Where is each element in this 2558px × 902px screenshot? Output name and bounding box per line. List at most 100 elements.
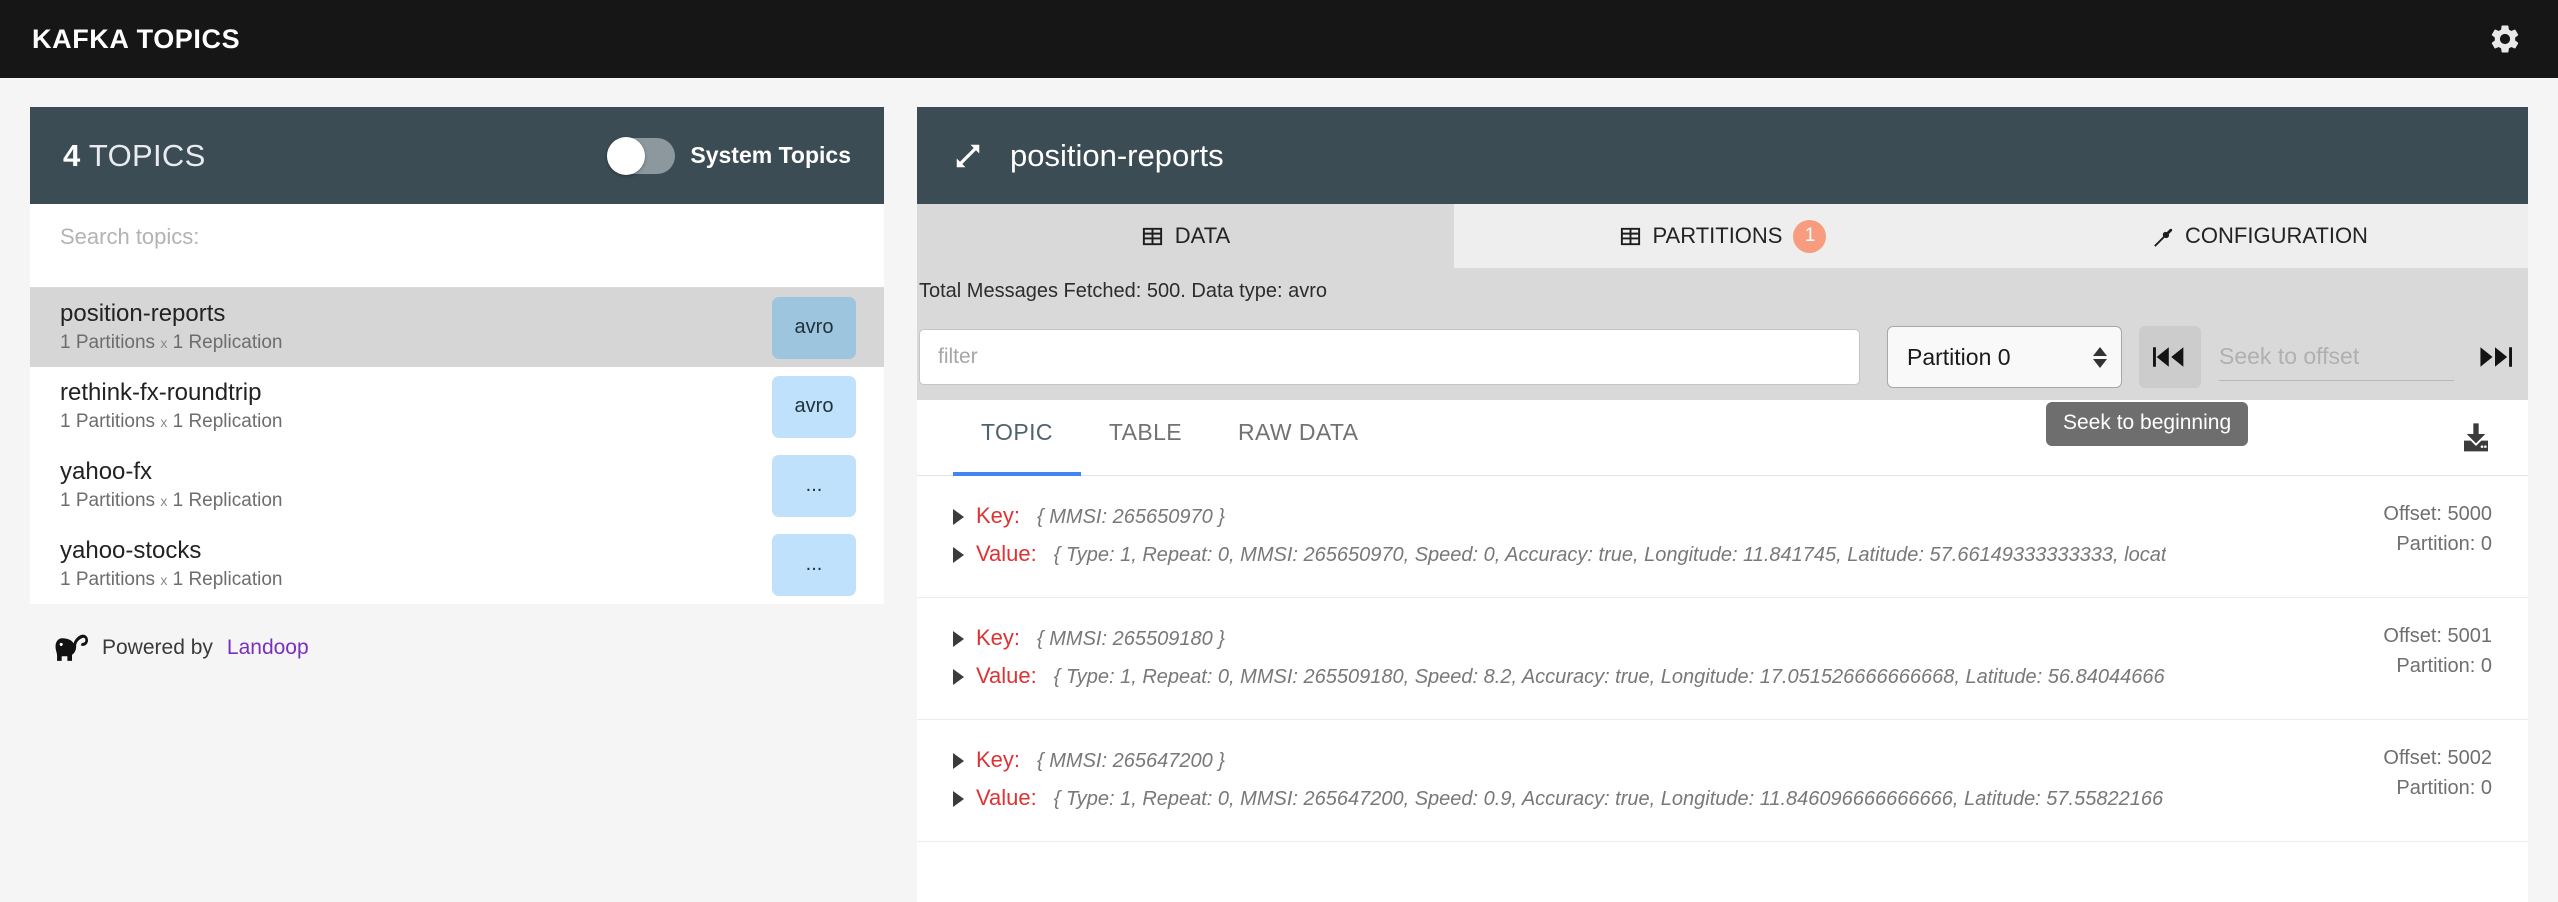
expand-caret-icon[interactable] xyxy=(953,791,964,807)
powered-by-footer: Powered by Landoop xyxy=(30,604,884,663)
message-content: Key: { MMSI: 265509180 } Value: { Type: … xyxy=(953,619,2343,695)
fetch-status-bar: Total Messages Fetched: 500. Data type: … xyxy=(917,268,2528,314)
topic-name: yahoo-stocks xyxy=(60,537,202,565)
tab-configuration[interactable]: CONFIGURATION xyxy=(1991,204,2528,268)
message-partition: Partition: 0 xyxy=(2396,655,2492,677)
topics-count-label: TOPICS xyxy=(80,137,206,173)
message-row: Key: { MMSI: 265650970 } Value: { Type: … xyxy=(917,476,2528,598)
message-partition: Partition: 0 xyxy=(2396,533,2492,555)
search-topics-row xyxy=(30,204,884,288)
key-value: { MMSI: 265650970 } xyxy=(1037,506,1225,528)
skip-backward-icon xyxy=(2153,347,2184,367)
expand-arrows-icon[interactable] xyxy=(953,141,983,171)
seek-to-end-button[interactable] xyxy=(2464,326,2526,388)
message-partition: Partition: 0 xyxy=(2396,777,2492,799)
subtab-table[interactable]: TABLE xyxy=(1081,400,1210,475)
topic-name: yahoo-fx xyxy=(60,458,153,486)
topic-meta: 1 Partitions x 1 Replication xyxy=(60,332,282,354)
expand-caret-icon[interactable] xyxy=(953,509,964,525)
tab-data-label: DATA xyxy=(1174,223,1231,248)
topic-text: position-reports 1 Partitions x 1 Replic… xyxy=(60,301,282,353)
seek-to-offset-input[interactable] xyxy=(2219,333,2454,381)
topic-format-badge[interactable]: avro xyxy=(772,296,856,359)
expand-caret-icon[interactable] xyxy=(953,669,964,685)
app-header: KAFKA TOPICS xyxy=(0,0,2558,78)
system-topics-toggle-group[interactable]: System Topics xyxy=(607,136,851,175)
topic-text: yahoo-stocks 1 Partitions x 1 Replicatio… xyxy=(60,538,282,590)
expand-caret-icon[interactable] xyxy=(953,631,964,647)
topic-replication: 1 Replication xyxy=(172,568,283,590)
topic-meta: 1 Partitions x 1 Replication xyxy=(60,411,282,433)
expand-caret-icon[interactable] xyxy=(953,753,964,769)
message-meta: Offset: 5002 Partition: 0 xyxy=(2343,741,2492,803)
topics-panel-header: 4 TOPICS System Topics xyxy=(30,107,884,204)
system-topics-toggle[interactable] xyxy=(607,136,676,175)
message-offset: Offset: 5000 xyxy=(2383,503,2492,525)
topics-count-number: 4 xyxy=(63,137,81,173)
key-label: Key: xyxy=(976,747,1021,772)
wrench-icon xyxy=(2154,228,2173,247)
partition-select[interactable]: Partition 0 xyxy=(1887,326,2122,388)
filter-input[interactable] xyxy=(919,329,1860,385)
table-grid-icon xyxy=(1620,227,1640,245)
tab-data[interactable]: DATA xyxy=(917,204,1454,268)
topic-meta-separator: x xyxy=(160,492,168,509)
topic-detail-panel: position-reports DATA PARTITIONS 1 CONFI… xyxy=(917,107,2528,902)
expand-caret-icon[interactable] xyxy=(953,547,964,563)
message-offset: Offset: 5001 xyxy=(2383,625,2492,647)
stepper-arrows-icon xyxy=(2093,346,2107,368)
landoop-link[interactable]: Landoop xyxy=(227,636,309,660)
download-button[interactable] xyxy=(2460,400,2492,475)
subtab-raw-data[interactable]: RAW DATA xyxy=(1210,400,1386,475)
download-icon xyxy=(2464,422,2488,451)
topic-meta-separator: x xyxy=(160,334,168,351)
value-value: { Type: 1, Repeat: 0, MMSI: 265650970, S… xyxy=(1053,544,2167,566)
message-list: Key: { MMSI: 265650970 } Value: { Type: … xyxy=(917,476,2528,902)
topic-replication: 1 Replication xyxy=(172,410,283,432)
message-content: Key: { MMSI: 265650970 } Value: { Type: … xyxy=(953,497,2343,573)
settings-button[interactable] xyxy=(2488,22,2522,56)
message-offset: Offset: 5002 xyxy=(2383,747,2492,769)
system-topics-label: System Topics xyxy=(690,142,851,168)
value-label: Value: xyxy=(976,663,1037,688)
value-value: { Type: 1, Repeat: 0, MMSI: 265647200, S… xyxy=(1053,788,2164,810)
subtab-topic[interactable]: TOPIC xyxy=(953,400,1081,476)
topic-partitions: 1 Partitions xyxy=(60,410,156,432)
partition-select-value: Partition 0 xyxy=(1907,343,2011,370)
message-content: Key: { MMSI: 265647200 } Value: { Type: … xyxy=(953,741,2343,817)
message-row: Key: { MMSI: 265509180 } Value: { Type: … xyxy=(917,598,2528,720)
gear-icon xyxy=(2491,25,2519,53)
message-key-line: Key: { MMSI: 265650970 } xyxy=(953,497,2343,535)
topic-format-badge[interactable]: ... xyxy=(772,533,856,596)
topic-meta: 1 Partitions x 1 Replication xyxy=(60,569,282,591)
topic-list-item-rethink-fx-roundtrip[interactable]: rethink-fx-roundtrip 1 Partitions x 1 Re… xyxy=(30,367,884,446)
topics-count: 4 TOPICS xyxy=(63,138,206,174)
topic-format-badge[interactable]: ... xyxy=(772,454,856,517)
elephant-icon xyxy=(55,634,88,661)
key-value: { MMSI: 265509180 } xyxy=(1037,628,1225,650)
seek-to-beginning-tooltip: Seek to beginning xyxy=(2046,402,2249,446)
message-value-line: Value: { Type: 1, Repeat: 0, MMSI: 26550… xyxy=(953,657,2343,695)
value-label: Value: xyxy=(976,785,1037,810)
tab-partitions[interactable]: PARTITIONS 1 xyxy=(1454,204,1991,268)
seek-to-beginning-button[interactable] xyxy=(2139,326,2201,388)
topic-format-badge[interactable]: avro xyxy=(772,375,856,438)
topic-partitions: 1 Partitions xyxy=(60,568,156,590)
topic-list-item-yahoo-fx[interactable]: yahoo-fx 1 Partitions x 1 Replication ..… xyxy=(30,446,884,525)
topic-name: rethink-fx-roundtrip xyxy=(60,379,262,407)
message-row: Key: { MMSI: 265647200 } Value: { Type: … xyxy=(917,720,2528,842)
topics-sidebar: 4 TOPICS System Topics position-reports … xyxy=(30,107,884,902)
tab-partitions-label: PARTITIONS xyxy=(1652,223,1783,248)
value-label: Value: xyxy=(976,541,1037,566)
powered-by-text: Powered by xyxy=(102,636,213,659)
search-topics-input[interactable] xyxy=(60,223,854,268)
key-label: Key: xyxy=(976,503,1021,528)
topic-list-item-yahoo-stocks[interactable]: yahoo-stocks 1 Partitions x 1 Replicatio… xyxy=(30,525,884,604)
view-subtabs-row: TOPIC TABLE RAW DATA xyxy=(917,400,2528,476)
message-key-line: Key: { MMSI: 265509180 } xyxy=(953,619,2343,657)
message-key-line: Key: { MMSI: 265647200 } xyxy=(953,741,2343,779)
topic-text: yahoo-fx 1 Partitions x 1 Replication xyxy=(60,459,282,511)
topic-list-item-position-reports[interactable]: position-reports 1 Partitions x 1 Replic… xyxy=(30,288,884,367)
topics-card: position-reports 1 Partitions x 1 Replic… xyxy=(30,204,884,604)
toggle-knob xyxy=(607,136,646,175)
